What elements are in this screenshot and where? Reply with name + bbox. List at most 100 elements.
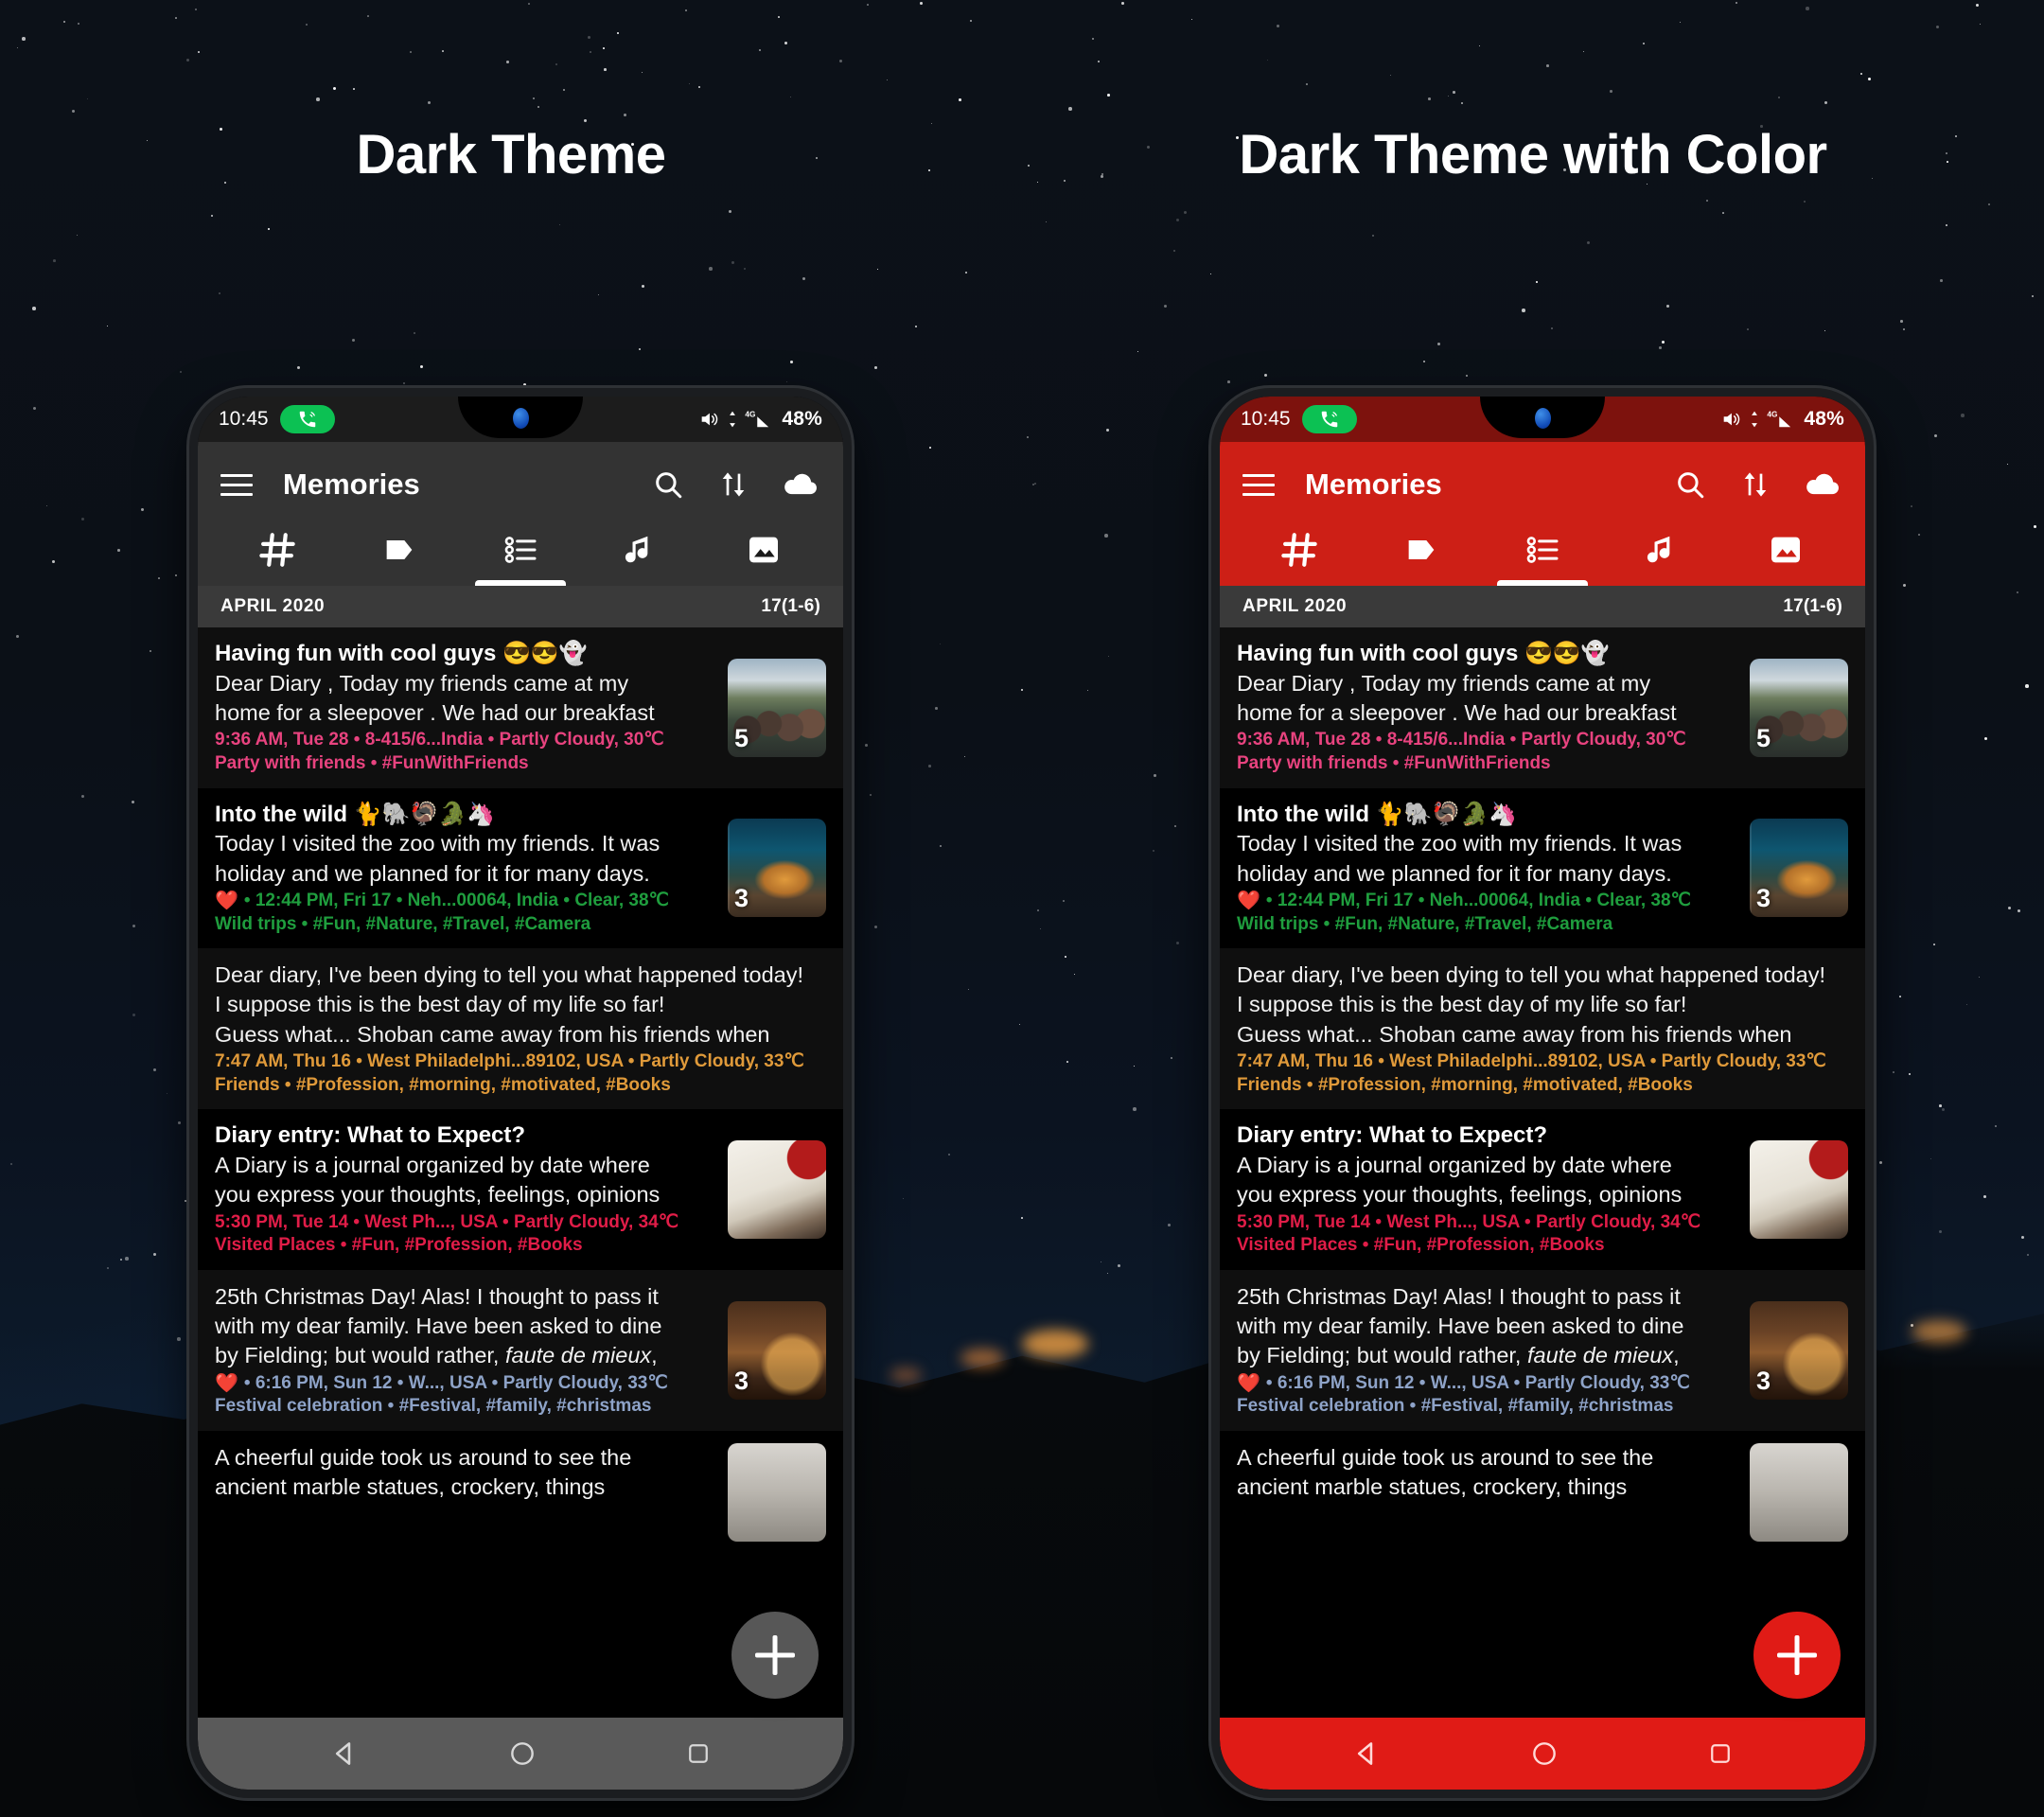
diary-entry-thumbnail[interactable] xyxy=(1750,1140,1848,1240)
attachment-count-badge: 3 xyxy=(1756,884,1771,913)
nav-home-icon[interactable] xyxy=(1529,1738,1559,1769)
diary-entry-row[interactable]: Into the wild 🐈🐘🦃🐊🦄 Today I visited the z… xyxy=(198,787,843,949)
tab-music[interactable] xyxy=(1603,514,1724,586)
diary-entry-thumbnail[interactable] xyxy=(728,1140,826,1240)
tab-tag[interactable] xyxy=(338,514,459,586)
nav-back-icon[interactable] xyxy=(1350,1738,1383,1770)
tab-music[interactable] xyxy=(581,514,702,586)
diary-entry-text-line: Today I visited the zoo with my friends.… xyxy=(215,831,661,856)
diary-entry-text-line: 25th Christmas Day! Alas! I thought to p… xyxy=(1237,1283,1681,1309)
app-bar-actions xyxy=(652,468,824,501)
status-bar: 10:45 4G 48% xyxy=(198,397,843,442)
diary-entry-row[interactable]: A cheerful guide took us around to see t… xyxy=(198,1431,843,1555)
diary-entry-row[interactable]: Diary entry: What to Expect? A Diary is a… xyxy=(1220,1109,1865,1270)
diary-entry-row[interactable]: Diary entry: What to Expect? A Diary is a… xyxy=(198,1109,843,1270)
diary-entry-meta-text: 7:47 AM, Thu 16 • West Philadelphi...891… xyxy=(215,1050,804,1071)
cloud-upload-icon[interactable] xyxy=(783,468,819,501)
diary-entry-text-line: with my dear family. Have been asked to … xyxy=(215,1314,662,1339)
system-nav-bar xyxy=(198,1718,843,1790)
diary-entry-tags: Visited Places • #Fun, #Profession, #Boo… xyxy=(1237,1235,1605,1256)
search-icon[interactable] xyxy=(652,468,684,501)
diary-entry-meta: ❤️ • 12:44 PM, Fri 17 • Neh...00064, Indi… xyxy=(215,890,716,913)
date-header: APRIL 2020 17(1-6) xyxy=(198,586,843,627)
diary-entry-thumbnail[interactable]: 3 xyxy=(1750,1300,1848,1400)
nav-back-icon[interactable] xyxy=(328,1738,361,1770)
nav-recents-icon[interactable] xyxy=(1706,1739,1735,1768)
list-icon xyxy=(1526,537,1559,563)
image-icon xyxy=(1771,537,1800,563)
tab-list[interactable] xyxy=(1482,514,1603,586)
diary-entry-row[interactable]: Having fun with cool guys 😎😎👻 Dear Diary … xyxy=(1220,627,1865,788)
tab-list[interactable] xyxy=(460,514,581,586)
diary-entry-tags: Party with friends • #FunWithFriends xyxy=(215,752,529,773)
tab-bar xyxy=(1239,514,1846,586)
status-bar-right: 4G 48% xyxy=(1719,408,1844,431)
diary-entry-meta: ❤️ • 6:16 PM, Sun 12 • W..., USA • Partly… xyxy=(1237,1372,1738,1396)
tag-icon xyxy=(386,540,412,559)
sort-icon[interactable] xyxy=(718,468,749,501)
hamburger-menu-icon[interactable] xyxy=(220,473,253,496)
date-header-count: 17(1-6) xyxy=(761,596,820,616)
diary-entry-thumbnail[interactable]: 3 xyxy=(1750,819,1848,918)
heading-dark-theme-color: Dark Theme with Color xyxy=(1239,124,1827,185)
app-title: Memories xyxy=(1305,467,1442,501)
diary-entry-row[interactable]: 25th Christmas Day! Alas! I thought to p… xyxy=(1220,1269,1865,1432)
battery-percent: 48% xyxy=(782,408,822,430)
date-header-count: 17(1-6) xyxy=(1783,596,1842,616)
diary-entry-text-line: by Fielding; but would rather, faute de … xyxy=(215,1343,658,1368)
diary-entry-meta-text: • 12:44 PM, Fri 17 • Neh...00064, India … xyxy=(243,890,669,910)
hamburger-menu-icon[interactable] xyxy=(1242,473,1275,496)
volume-icon xyxy=(702,413,718,426)
diary-entry-text-line: ancient marble statues, crockery, things xyxy=(215,1474,606,1500)
diary-entry-row[interactable]: Into the wild 🐈🐘🦃🐊🦄 Today I visited the z… xyxy=(1220,787,1865,949)
sort-icon[interactable] xyxy=(1740,468,1771,501)
display-notch xyxy=(458,397,583,438)
diary-entry-thumbnail[interactable] xyxy=(1750,1443,1848,1543)
diary-entry-row[interactable]: Dear diary, I've been dying to tell you … xyxy=(198,948,843,1110)
diary-entry-tags: Friends • #Profession, #morning, #motiva… xyxy=(1237,1074,1693,1095)
date-header-month: APRIL 2020 xyxy=(1242,596,1348,616)
nav-recents-icon[interactable] xyxy=(684,1739,713,1768)
diary-entry-thumbnail[interactable]: 3 xyxy=(728,1300,826,1400)
diary-entry-row[interactable]: A cheerful guide took us around to see t… xyxy=(1220,1431,1865,1555)
diary-entry-tags: Visited Places • #Fun, #Profession, #Boo… xyxy=(215,1235,583,1256)
diary-entry-title: Into the wild 🐈🐘🦃🐊🦄 xyxy=(215,801,496,827)
add-entry-fab[interactable] xyxy=(1753,1612,1841,1699)
signal-icon: 4G xyxy=(1768,410,1791,428)
diary-entry-thumbnail[interactable]: 5 xyxy=(728,658,826,757)
status-bar-right: 4G 48% xyxy=(697,408,822,431)
diary-entry-thumbnail[interactable] xyxy=(728,1443,826,1543)
diary-entry-meta-text: 5:30 PM, Tue 14 • West Ph..., USA • Part… xyxy=(1237,1211,1701,1232)
status-bar-left: 10:45 xyxy=(1241,405,1357,433)
diary-entry-thumbnail[interactable]: 5 xyxy=(1750,658,1848,757)
screenshot-root: Dark Theme Dark Theme with Color 10:45 4 xyxy=(0,0,2044,1817)
diary-entry-thumbnail[interactable]: 3 xyxy=(728,819,826,918)
cloud-upload-icon[interactable] xyxy=(1805,468,1841,501)
diary-entry-title: Into the wild 🐈🐘🦃🐊🦄 xyxy=(1237,801,1518,827)
tab-tag[interactable] xyxy=(1360,514,1481,586)
search-icon[interactable] xyxy=(1674,468,1706,501)
tab-hashtag[interactable] xyxy=(1239,514,1360,586)
diary-entry-meta-text: 9:36 AM, Tue 28 • 8-415/6...India • Part… xyxy=(1237,730,1686,750)
tab-photos[interactable] xyxy=(703,514,824,586)
image-icon xyxy=(749,537,778,563)
diary-entry-body: Diary entry: What to Expect? A Diary is a… xyxy=(1237,1121,1738,1258)
add-entry-fab[interactable] xyxy=(731,1612,819,1699)
entry-list-dark[interactable]: Having fun with cool guys 😎😎👻 Dear Diary … xyxy=(198,627,843,1718)
diary-entry-row[interactable]: 25th Christmas Day! Alas! I thought to p… xyxy=(198,1269,843,1432)
nav-home-icon[interactable] xyxy=(507,1738,537,1769)
diary-entry-row[interactable]: Having fun with cool guys 😎😎👻 Dear Diary … xyxy=(198,627,843,788)
battery-percent: 48% xyxy=(1804,408,1844,430)
tab-photos[interactable] xyxy=(1725,514,1846,586)
diary-entry-row[interactable]: Dear diary, I've been dying to tell you … xyxy=(1220,948,1865,1110)
diary-entry-text-line: ancient marble statues, crockery, things xyxy=(1237,1474,1628,1500)
diary-entry-text-line: I suppose this is the best day of my lif… xyxy=(215,992,665,1017)
diary-entry-text-line: Dear Diary , Today my friends came at my xyxy=(1237,670,1651,696)
app-bar-top: Memories xyxy=(1239,455,1846,514)
entry-list-color[interactable]: Having fun with cool guys 😎😎👻 Dear Diary … xyxy=(1220,627,1865,1718)
tab-hashtag[interactable] xyxy=(217,514,338,586)
music-note-icon xyxy=(1648,536,1670,563)
signal-icon: 4G xyxy=(746,410,769,428)
diary-entry-text-line: you express your thoughts, feelings, opi… xyxy=(215,1182,661,1208)
diary-entry-title: Diary entry: What to Expect? xyxy=(1237,1122,1548,1149)
